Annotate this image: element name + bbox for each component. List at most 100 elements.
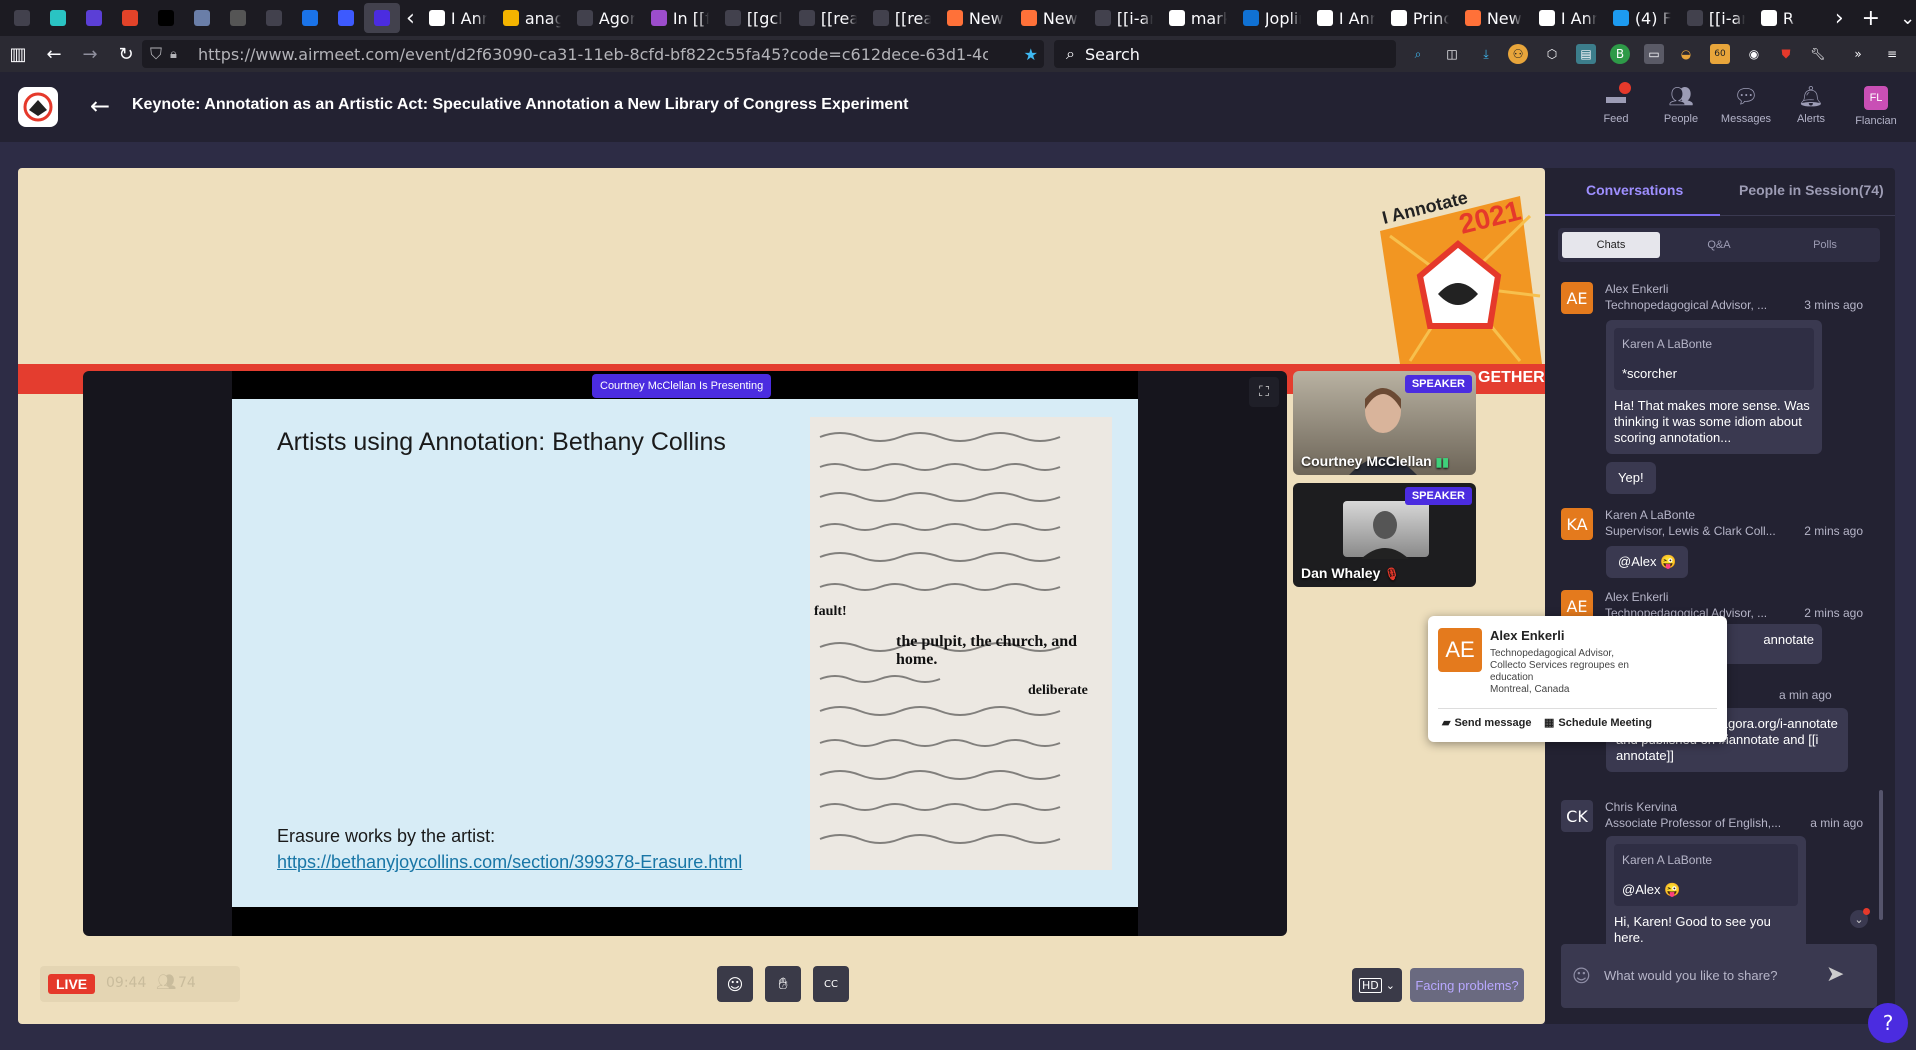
browser-tab[interactable]: [[gcl: [717, 3, 791, 33]
schedule-meeting-label: Schedule Meeting: [1558, 716, 1652, 729]
closed-captions-icon[interactable]: CC: [813, 966, 849, 1002]
reload-icon[interactable]: ↻: [108, 38, 144, 70]
pinned-tab[interactable]: [364, 3, 400, 33]
schedule-meeting-button[interactable]: ▦ Schedule Meeting: [1544, 716, 1652, 730]
nav-messages[interactable]: 💬︎ Messages: [1716, 86, 1776, 125]
tab-people-in-session[interactable]: People in Session(74): [1739, 182, 1884, 198]
pinned-tab[interactable]: [4, 3, 40, 33]
pinned-tab[interactable]: [112, 3, 148, 33]
browser-tab[interactable]: New: [1457, 3, 1531, 33]
slides-icon: [502, 10, 519, 26]
browser-tab[interactable]: New: [1013, 3, 1087, 33]
browser-tab[interactable]: Princ: [1383, 3, 1457, 33]
tab-scroll-left-icon[interactable]: ‹: [400, 6, 421, 31]
browser-tab[interactable]: [[i-ar: [1087, 3, 1161, 33]
browser-tab[interactable]: [[i-ar: [1679, 3, 1753, 33]
eye-icon[interactable]: ◉: [1744, 44, 1764, 64]
chat-scrollbar[interactable]: [1879, 790, 1883, 920]
browser-tab[interactable]: mark: [1161, 3, 1235, 33]
url-bar[interactable]: ⛉ 🔒︎ https://www.airmeet.com/event/d2f63…: [142, 40, 1044, 68]
download-icon[interactable]: ⤓: [1476, 44, 1496, 64]
pinned-tab[interactable]: [328, 3, 364, 33]
obsidian-icon: [1686, 10, 1703, 26]
speaker-tile-courtney[interactable]: SPEAKER Courtney McClellan ▮▮: [1293, 371, 1476, 475]
quoted-message: Karen A LaBonte *scorcher: [1614, 328, 1814, 390]
wrench-icon[interactable]: 🔧︎: [1808, 44, 1828, 64]
browser-tab[interactable]: I Ann: [421, 3, 495, 33]
overflow-chevron-icon[interactable]: »: [1848, 44, 1868, 64]
raise-hand-icon[interactable]: ✋︎: [765, 966, 801, 1002]
calendar-icon: ▦: [1544, 717, 1555, 729]
nav-profile[interactable]: FL Flancian: [1846, 86, 1906, 127]
pinned-tab[interactable]: [76, 3, 112, 33]
chat-input[interactable]: [1604, 968, 1824, 983]
extension-icon[interactable]: ⚇: [1508, 44, 1528, 64]
message-role: Associate Professor of English,...: [1605, 816, 1782, 830]
nav-people[interactable]: 👥︎ People: [1651, 86, 1711, 125]
speaker-tile-dan[interactable]: SPEAKER Dan Whaley 🎙︎: [1293, 483, 1476, 587]
pocket-icon[interactable]: ◫: [1442, 44, 1462, 64]
pinned-tab[interactable]: [40, 3, 76, 33]
segment-chats[interactable]: Chats: [1562, 232, 1660, 258]
chevron-down-icon: ⌄: [1385, 978, 1395, 992]
fullscreen-icon[interactable]: ⛶: [1249, 377, 1279, 407]
list-tabs-icon[interactable]: ⌄: [1890, 8, 1916, 29]
pinned-tab[interactable]: [292, 3, 328, 33]
help-icon[interactable]: ?: [1868, 1003, 1908, 1043]
pinned-tab[interactable]: [256, 3, 292, 33]
event-logo[interactable]: [18, 87, 58, 127]
emoji-reaction-icon[interactable]: ☺: [717, 966, 753, 1002]
zoom-search-icon[interactable]: ⌕: [1408, 44, 1428, 64]
search-bar[interactable]: ⌕ Search: [1054, 40, 1396, 68]
cube-icon[interactable]: ⬡: [1542, 44, 1562, 64]
counter-icon[interactable]: 60: [1710, 44, 1730, 64]
shield-ext-icon[interactable]: ⛊: [1776, 44, 1796, 64]
nav-alerts[interactable]: 🔔︎ Alerts: [1781, 86, 1841, 125]
avatar[interactable]: KA: [1561, 508, 1593, 540]
sidebar-toggle-icon[interactable]: ▥: [0, 38, 36, 70]
browser-tab[interactable]: [[rea: [791, 3, 865, 33]
segment-qa[interactable]: Q&A: [1670, 232, 1768, 258]
browser-tab[interactable]: New: [939, 3, 1013, 33]
browser-tab[interactable]: Joplin: [1235, 3, 1309, 33]
tabs-icon[interactable]: ▤: [1576, 44, 1596, 64]
scroll-down-icon[interactable]: ⌄: [1850, 908, 1870, 928]
muted-mic-icon: 🎙︎: [1384, 567, 1400, 581]
tab-conversations[interactable]: Conversations: [1586, 182, 1683, 198]
note-icon[interactable]: ▭: [1644, 44, 1664, 64]
forward-icon[interactable]: →: [72, 38, 108, 70]
pinned-tab[interactable]: [220, 3, 256, 33]
quality-selector[interactable]: HD ⌄: [1352, 968, 1402, 1002]
b-plus-icon[interactable]: B: [1610, 44, 1630, 64]
new-tab-icon[interactable]: +: [1852, 6, 1890, 31]
browser-tab[interactable]: I Ann: [1531, 3, 1605, 33]
back-icon[interactable]: ←: [36, 38, 72, 70]
browser-tab[interactable]: anag: [495, 3, 569, 33]
message-author: Chris Kervina: [1605, 800, 1678, 814]
bookmark-star-icon[interactable]: ★: [1024, 45, 1038, 64]
browser-tab[interactable]: Agor: [569, 3, 643, 33]
browser-tab[interactable]: I Ann: [1309, 3, 1383, 33]
pinned-tab[interactable]: [148, 3, 184, 33]
avatar[interactable]: CK: [1561, 800, 1593, 832]
send-message-button[interactable]: ▰ Send message: [1442, 716, 1532, 730]
tab-scroll-right-icon[interactable]: ›: [1827, 6, 1852, 31]
browser-tab[interactable]: (4) F: [1605, 3, 1679, 33]
message-text: Hi, Karen! Good to see you here.: [1614, 914, 1771, 945]
audio-level-icon: ▮▮: [1435, 455, 1449, 469]
nav-feed[interactable]: ▬ Feed: [1586, 82, 1646, 125]
send-icon[interactable]: ➤: [1826, 962, 1844, 987]
browser-tab[interactable]: In [[f: [643, 3, 717, 33]
segment-polls[interactable]: Polls: [1776, 232, 1874, 258]
back-arrow-icon[interactable]: ←: [90, 92, 110, 120]
avatar[interactable]: AE: [1561, 282, 1593, 314]
emoji-picker-icon[interactable]: ☺: [1572, 966, 1591, 987]
slide-link[interactable]: https://bethanyjoycollins.com/section/39…: [277, 852, 742, 873]
browser-tab[interactable]: [[rea: [865, 3, 939, 33]
burger-icon[interactable]: ◒: [1676, 44, 1696, 64]
browser-tab[interactable]: R: [1753, 3, 1827, 33]
hamburger-menu-icon[interactable]: ≡: [1882, 44, 1902, 64]
message-time: 2 mins ago: [1804, 524, 1863, 538]
pinned-tab[interactable]: [184, 3, 220, 33]
facing-problems-button[interactable]: Facing problems?: [1410, 968, 1524, 1002]
